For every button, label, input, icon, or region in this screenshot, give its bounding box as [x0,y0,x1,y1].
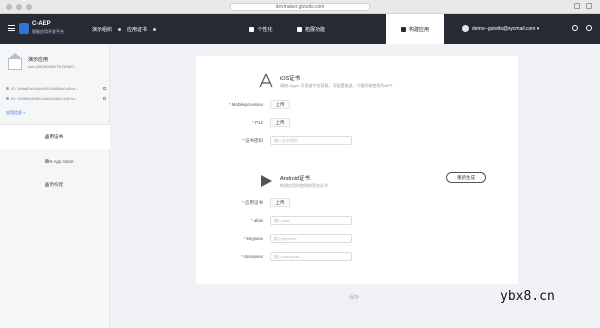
storepass-row: *storepass 输入storepass [206,252,352,261]
breadcrumb: 演示组织 应用证书 [92,26,157,33]
palette-icon [249,26,255,32]
cert-password-input[interactable]: 输入证书密码 [270,136,352,145]
address-bar[interactable]: devmaker.gizwits.com [230,3,370,11]
help-icon[interactable] [586,25,592,31]
account-email: demo--gizwits@sycmail.com ▾ [472,25,540,32]
tabs-icon[interactable] [586,3,592,9]
key-icon [6,97,9,100]
build-icon [400,26,406,32]
save-button[interactable]: 保存 [336,292,372,302]
ios-section-title: iOS证书 [280,76,301,82]
watermark-text: ybx8.cn [500,289,555,304]
close-dot[interactable] [6,4,12,10]
header-tabs: 个性化 拓展功能 构建应用 [236,14,444,44]
sidebar-item-certificates[interactable]: 应用证书 [0,125,110,149]
certificate-icon [45,135,49,139]
app-header: C-AEP 智能应用开发平台 演示组织 应用证书 个性化 拓展功能 构建应用 d… [0,14,600,44]
regenerate-button[interactable]: 重新生成 [446,172,486,183]
field-label: *storepass [240,254,263,259]
menu-icon[interactable] [8,25,15,31]
keypass-row: *keypass 输入keypass [206,234,352,243]
account-menu[interactable]: demo--gizwits@sycmail.com ▾ [462,25,539,32]
maximize-dot[interactable] [26,4,32,10]
play-store-icon [261,175,272,187]
app-key-value: ID: 1bfa6f0e09ab4f90d4f95bb1c8ba... [11,86,79,91]
key-icon [6,87,9,90]
project-name: 演示应用 [28,57,49,63]
browser-chrome: devmaker.gizwits.com [0,0,600,14]
app-info-link[interactable]: 应用信息 > [6,110,25,116]
info-icon [153,28,157,31]
copy-icon[interactable] [103,97,106,100]
android-cert-row: *应用证书 上传 [206,198,290,207]
notification-icon[interactable] [572,25,578,31]
app-secret-row: ID: 1596f8c8d6fe4a5e3d48a1d3b3a... [6,96,106,101]
tab-label: 个性化 [257,26,273,33]
brand-logo [19,23,29,34]
brand-subtitle: 智能应用开发平台 [32,29,64,34]
sidebar-menu: 应用证书 iOS App Store 应用构建 [0,124,110,197]
p12-row: *P12 上传 [206,118,290,127]
info-icon [118,28,122,31]
tab-personalize[interactable]: 个性化 [236,14,286,44]
field-label: *P12 [252,120,263,125]
sidebar: 演示应用 com.DEMO09DTE.DEMO... ID: 1bfa6f0e0… [0,44,110,328]
app-key-row: ID: 1bfa6f0e09ab4f90d4f95bb1c8ba... [6,86,106,91]
tab-build-app[interactable]: 构建应用 [386,14,444,44]
avatar [462,25,469,32]
sidebar-item-label: iOS App Store [45,158,74,164]
tab-extensions[interactable]: 拓展功能 [286,14,336,44]
field-label: *证书密码 [242,137,263,143]
android-section-title: Android证书 [280,176,310,182]
field-label: *Mobileprovision [228,102,263,107]
main-content: iOS证书 请按 Apple 开发者平台获取，可配置推送，只能同域使用的APP … [110,44,600,328]
mobileprovision-row: *Mobileprovision 上传 [206,100,290,109]
breadcrumb-app[interactable]: 应用证书 [127,26,147,33]
mobileprovision-upload-button[interactable]: 上传 [270,100,290,109]
brand-name: C-AEP [32,21,51,27]
sidebar-item-build[interactable]: 应用构建 [0,173,110,197]
minimize-dot[interactable] [16,4,22,10]
alias-input[interactable]: 输入alias [270,216,352,225]
share-icon[interactable] [574,3,580,9]
p12-upload-button[interactable]: 上传 [270,118,290,127]
project-id: com.DEMO09DTE.DEMO... [28,64,78,69]
keypass-input[interactable]: 输入keypass [270,234,352,243]
sidebar-item-app-store[interactable]: iOS App Store [0,149,110,173]
build-icon [45,183,49,187]
cert-password-row: *证书密码 输入证书密码 [206,136,352,145]
storepass-input[interactable]: 输入storepass [270,252,352,261]
certificate-card: iOS证书 请按 Apple 开发者平台获取，可配置推送，只能同域使用的APP … [196,56,518,284]
app-home-icon [8,53,22,70]
field-label: *应用证书 [242,199,263,205]
copy-icon[interactable] [103,87,106,90]
ios-section-subtitle: 请按 Apple 开发者平台获取，可配置推送，只能同域使用的APP [280,83,393,88]
field-label: *alias [250,218,263,223]
tab-label: 构建应用 [408,26,429,33]
field-label: *keypass [243,236,263,241]
app-store-icon [259,73,273,88]
tab-label: 拓展功能 [304,26,325,33]
alias-row: *alias 输入alias [206,216,352,225]
breadcrumb-org[interactable]: 演示组织 [92,26,112,33]
android-section-subtitle: 构建应用时使用的签名证书 [280,183,328,188]
window-controls[interactable] [6,4,32,10]
android-cert-upload-button[interactable]: 上传 [270,198,290,207]
puzzle-icon [296,26,302,32]
app-secret-value: ID: 1596f8c8d6fe4a5e3d48a1d3b3a... [11,96,79,101]
apple-icon [45,159,49,163]
